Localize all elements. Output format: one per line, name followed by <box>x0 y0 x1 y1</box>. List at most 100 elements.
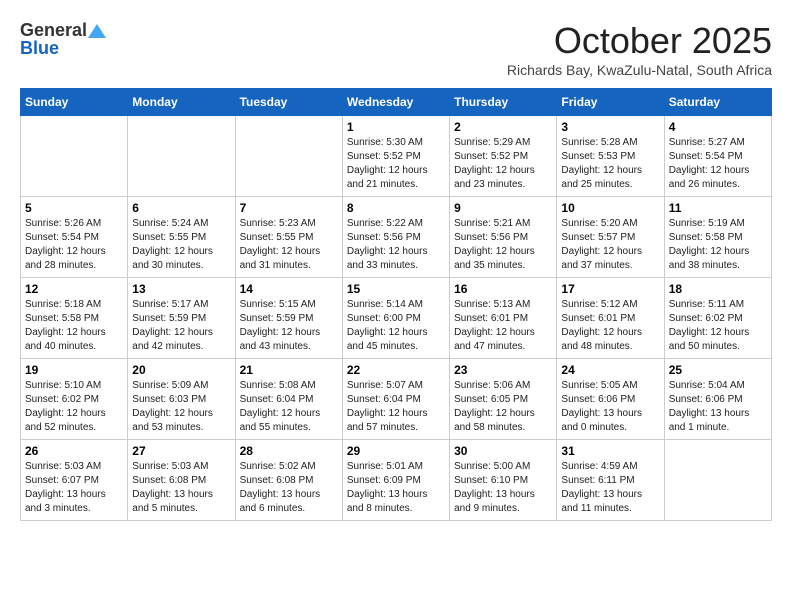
day-cell: 8 Sunrise: 5:22 AMSunset: 5:56 PMDaylight… <box>342 197 449 278</box>
day-cell: 24 Sunrise: 5:05 AMSunset: 6:06 PMDayligh… <box>557 359 664 440</box>
day-number: 21 <box>240 363 338 377</box>
day-cell: 28 Sunrise: 5:02 AMSunset: 6:08 PMDayligh… <box>235 440 342 521</box>
day-cell: 26 Sunrise: 5:03 AMSunset: 6:07 PMDayligh… <box>21 440 128 521</box>
day-number: 11 <box>669 201 767 215</box>
day-number: 27 <box>132 444 230 458</box>
day-header-monday: Monday <box>128 89 235 116</box>
day-details: Sunrise: 5:19 AMSunset: 5:58 PMDaylight:… <box>669 217 767 273</box>
day-details: Sunrise: 5:09 AMSunset: 6:03 PMDaylight:… <box>132 379 230 435</box>
day-number: 12 <box>25 282 123 296</box>
day-details: Sunrise: 5:23 AMSunset: 5:55 PMDaylight:… <box>240 217 338 273</box>
day-cell: 19 Sunrise: 5:10 AMSunset: 6:02 PMDayligh… <box>21 359 128 440</box>
day-header-tuesday: Tuesday <box>235 89 342 116</box>
day-details: Sunrise: 5:15 AMSunset: 5:59 PMDaylight:… <box>240 298 338 354</box>
day-details: Sunrise: 5:27 AMSunset: 5:54 PMDaylight:… <box>669 136 767 192</box>
subtitle: Richards Bay, KwaZulu-Natal, South Afric… <box>507 62 772 78</box>
day-details: Sunrise: 5:03 AMSunset: 6:07 PMDaylight:… <box>25 460 123 516</box>
day-cell: 7 Sunrise: 5:23 AMSunset: 5:55 PMDaylight… <box>235 197 342 278</box>
week-row-2: 5 Sunrise: 5:26 AMSunset: 5:54 PMDaylight… <box>21 197 772 278</box>
day-cell: 30 Sunrise: 5:00 AMSunset: 6:10 PMDayligh… <box>450 440 557 521</box>
day-details: Sunrise: 5:21 AMSunset: 5:56 PMDaylight:… <box>454 217 552 273</box>
day-cell: 9 Sunrise: 5:21 AMSunset: 5:56 PMDaylight… <box>450 197 557 278</box>
day-cell: 1Sunrise: 5:30 AMSunset: 5:52 PMDaylight… <box>342 116 449 197</box>
day-number: 29 <box>347 444 445 458</box>
day-header-friday: Friday <box>557 89 664 116</box>
week-row-1: 1Sunrise: 5:30 AMSunset: 5:52 PMDaylight… <box>21 116 772 197</box>
day-cell: 29Sunrise: 5:01 AMSunset: 6:09 PMDayligh… <box>342 440 449 521</box>
day-details: Sunrise: 5:12 AMSunset: 6:01 PMDaylight:… <box>561 298 659 354</box>
day-cell: 22 Sunrise: 5:07 AMSunset: 6:04 PMDayligh… <box>342 359 449 440</box>
day-cell: 14 Sunrise: 5:15 AMSunset: 5:59 PMDayligh… <box>235 278 342 359</box>
day-cell: 6 Sunrise: 5:24 AMSunset: 5:55 PMDaylight… <box>128 197 235 278</box>
day-number: 2 <box>454 120 552 134</box>
day-cell: 15Sunrise: 5:14 AMSunset: 6:00 PMDayligh… <box>342 278 449 359</box>
calendar: SundayMondayTuesdayWednesdayThursdayFrid… <box>20 88 772 521</box>
day-details: Sunrise: 5:05 AMSunset: 6:06 PMDaylight:… <box>561 379 659 435</box>
day-details: Sunrise: 5:11 AMSunset: 6:02 PMDaylight:… <box>669 298 767 354</box>
day-number: 3 <box>561 120 659 134</box>
day-number: 9 <box>454 201 552 215</box>
day-details: Sunrise: 5:28 AMSunset: 5:53 PMDaylight:… <box>561 136 659 192</box>
day-number: 14 <box>240 282 338 296</box>
day-number: 24 <box>561 363 659 377</box>
day-number: 10 <box>561 201 659 215</box>
day-cell: 11 Sunrise: 5:19 AMSunset: 5:58 PMDayligh… <box>664 197 771 278</box>
day-details: Sunrise: 5:29 AMSunset: 5:52 PMDaylight:… <box>454 136 552 192</box>
day-cell: 20 Sunrise: 5:09 AMSunset: 6:03 PMDayligh… <box>128 359 235 440</box>
day-header-wednesday: Wednesday <box>342 89 449 116</box>
day-details: Sunrise: 5:10 AMSunset: 6:02 PMDaylight:… <box>25 379 123 435</box>
day-cell: 4 Sunrise: 5:27 AMSunset: 5:54 PMDaylight… <box>664 116 771 197</box>
day-cell: 17Sunrise: 5:12 AMSunset: 6:01 PMDayligh… <box>557 278 664 359</box>
day-cell: 10 Sunrise: 5:20 AMSunset: 5:57 PMDayligh… <box>557 197 664 278</box>
day-cell: 21Sunrise: 5:08 AMSunset: 6:04 PMDayligh… <box>235 359 342 440</box>
day-details: Sunrise: 5:03 AMSunset: 6:08 PMDaylight:… <box>132 460 230 516</box>
day-number: 31 <box>561 444 659 458</box>
day-cell: 16 Sunrise: 5:13 AMSunset: 6:01 PMDayligh… <box>450 278 557 359</box>
day-details: Sunrise: 5:20 AMSunset: 5:57 PMDaylight:… <box>561 217 659 273</box>
day-number: 4 <box>669 120 767 134</box>
day-details: Sunrise: 5:22 AMSunset: 5:56 PMDaylight:… <box>347 217 445 273</box>
day-number: 18 <box>669 282 767 296</box>
day-number: 20 <box>132 363 230 377</box>
day-cell: 31Sunrise: 4:59 AMSunset: 6:11 PMDayligh… <box>557 440 664 521</box>
day-cell <box>664 440 771 521</box>
day-number: 7 <box>240 201 338 215</box>
day-number: 16 <box>454 282 552 296</box>
day-details: Sunrise: 5:13 AMSunset: 6:01 PMDaylight:… <box>454 298 552 354</box>
day-cell: 5 Sunrise: 5:26 AMSunset: 5:54 PMDaylight… <box>21 197 128 278</box>
day-number: 23 <box>454 363 552 377</box>
day-details: Sunrise: 5:06 AMSunset: 6:05 PMDaylight:… <box>454 379 552 435</box>
day-number: 5 <box>25 201 123 215</box>
day-number: 30 <box>454 444 552 458</box>
header: General Blue October 2025 Richards Bay, … <box>20 20 772 78</box>
week-row-4: 19 Sunrise: 5:10 AMSunset: 6:02 PMDayligh… <box>21 359 772 440</box>
calendar-header: SundayMondayTuesdayWednesdayThursdayFrid… <box>21 89 772 116</box>
day-number: 15 <box>347 282 445 296</box>
day-cell: 13Sunrise: 5:17 AMSunset: 5:59 PMDayligh… <box>128 278 235 359</box>
day-number: 25 <box>669 363 767 377</box>
week-row-5: 26 Sunrise: 5:03 AMSunset: 6:07 PMDayligh… <box>21 440 772 521</box>
day-cell: 3 Sunrise: 5:28 AMSunset: 5:53 PMDaylight… <box>557 116 664 197</box>
day-details: Sunrise: 5:02 AMSunset: 6:08 PMDaylight:… <box>240 460 338 516</box>
day-cell: 27 Sunrise: 5:03 AMSunset: 6:08 PMDayligh… <box>128 440 235 521</box>
day-details: Sunrise: 5:00 AMSunset: 6:10 PMDaylight:… <box>454 460 552 516</box>
day-header-saturday: Saturday <box>664 89 771 116</box>
day-number: 26 <box>25 444 123 458</box>
day-details: Sunrise: 5:07 AMSunset: 6:04 PMDaylight:… <box>347 379 445 435</box>
day-number: 8 <box>347 201 445 215</box>
day-cell: 25Sunrise: 5:04 AMSunset: 6:06 PMDayligh… <box>664 359 771 440</box>
day-number: 1 <box>347 120 445 134</box>
logo: General Blue <box>20 20 107 59</box>
day-cell: 23 Sunrise: 5:06 AMSunset: 6:05 PMDayligh… <box>450 359 557 440</box>
day-number: 22 <box>347 363 445 377</box>
day-cell: 2 Sunrise: 5:29 AMSunset: 5:52 PMDaylight… <box>450 116 557 197</box>
calendar-body: 1Sunrise: 5:30 AMSunset: 5:52 PMDaylight… <box>21 116 772 521</box>
day-cell: 18 Sunrise: 5:11 AMSunset: 6:02 PMDayligh… <box>664 278 771 359</box>
day-number: 6 <box>132 201 230 215</box>
day-cell <box>128 116 235 197</box>
header-row: SundayMondayTuesdayWednesdayThursdayFrid… <box>21 89 772 116</box>
day-details: Sunrise: 5:26 AMSunset: 5:54 PMDaylight:… <box>25 217 123 273</box>
day-number: 28 <box>240 444 338 458</box>
day-details: Sunrise: 5:24 AMSunset: 5:55 PMDaylight:… <box>132 217 230 273</box>
day-number: 19 <box>25 363 123 377</box>
